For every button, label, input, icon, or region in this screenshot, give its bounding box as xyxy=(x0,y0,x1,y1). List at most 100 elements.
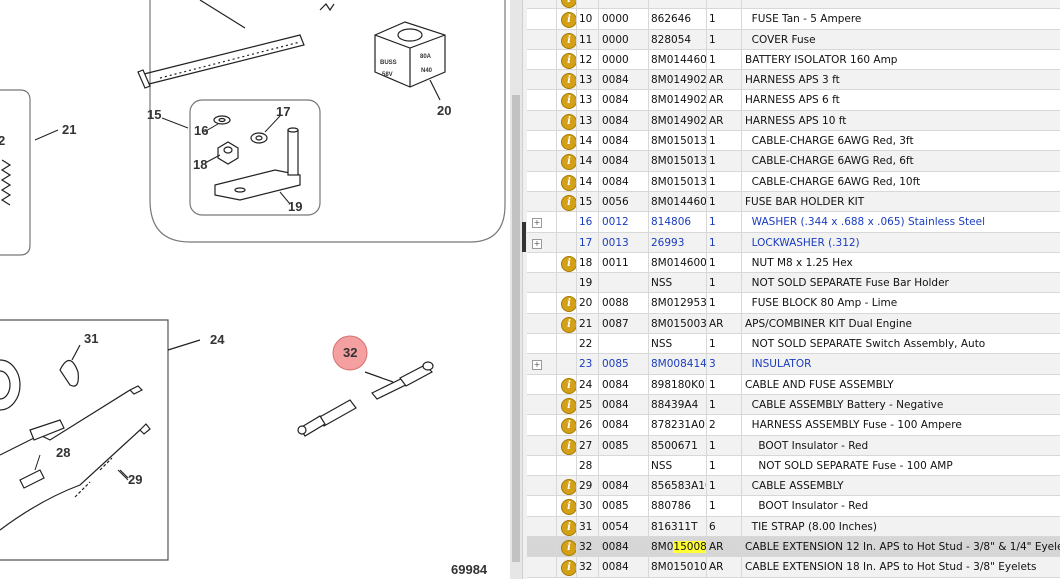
info-icon[interactable]: i xyxy=(561,52,576,69)
info-icon[interactable]: i xyxy=(561,154,576,171)
expand-cell[interactable]: + xyxy=(527,212,557,232)
info-cell[interactable]: i xyxy=(557,191,577,212)
info-cell[interactable]: i xyxy=(557,49,577,70)
info-cell[interactable]: i xyxy=(557,557,577,577)
info-icon[interactable]: i xyxy=(561,12,576,29)
info-icon[interactable]: i xyxy=(561,32,576,49)
info-icon[interactable]: i xyxy=(561,296,576,313)
scrollbar-thumb[interactable] xyxy=(512,95,520,562)
table-row[interactable]: i2000888M01295351 FUSE BLOCK 80 Amp - Li… xyxy=(527,293,1060,314)
table-row[interactable]: i 31 0054 816311T 6 TIE STRAP (8.00 Inches) xyxy=(527,516,1060,538)
expand-cell[interactable]: + xyxy=(527,232,557,252)
table-row[interactable]: +17 0013 26993 1 LOCKWASHER (.312) xyxy=(527,232,1060,253)
table-row[interactable]: i 10 0000 862646 1 FUSE Tan - 5 Ampere xyxy=(527,9,1060,30)
table-row[interactable]: i 26 0084 878231A07 2 HARNESS ASSEMBLY Fuse … xyxy=(527,415,1060,436)
callout-29[interactable]: 29 xyxy=(128,472,142,487)
info-icon[interactable]: i xyxy=(561,73,576,90)
info-cell[interactable]: i xyxy=(557,70,577,90)
table-row[interactable]: i1500568M01446081FUSE BAR HOLDER KIT xyxy=(527,191,1060,213)
callout-2[interactable]: 2 xyxy=(0,133,5,148)
info-cell[interactable]: i xyxy=(557,537,577,557)
info-cell[interactable]: i xyxy=(557,394,577,415)
info-cell[interactable]: i xyxy=(557,313,577,334)
parts-diagram[interactable]: BUSS 80A 58V N40 15 16 17 18 19 20 21 2 … xyxy=(0,0,510,579)
info-cell[interactable]: i xyxy=(557,90,577,110)
callout-15[interactable]: 15 xyxy=(147,107,161,122)
table-row[interactable]: i 29 0084 856583A10 1 CABLE ASSEMBLY xyxy=(527,476,1060,497)
info-icon[interactable]: i xyxy=(561,377,576,394)
callout-21[interactable]: 21 xyxy=(62,122,76,137)
table-row[interactable]: i1400848M01501381 CABLE-CHARGE 6AWG Red,… xyxy=(527,151,1060,172)
info-icon[interactable]: i xyxy=(561,113,576,130)
callout-18[interactable]: 18 xyxy=(193,157,207,172)
info-icon[interactable]: i xyxy=(561,194,576,211)
table-row[interactable]: +2300858M00841473 INSULATOR xyxy=(527,354,1060,375)
expand-plus-icon[interactable]: + xyxy=(532,360,542,371)
table-row[interactable]: i 25 0084 88439A4 1 CABLE ASSEMBLY Battery -… xyxy=(527,394,1060,416)
table-row[interactable]: 28 NSS 1 NOT SOLD SEPARATE Fuse - 100 AMP xyxy=(527,455,1060,477)
info-icon[interactable]: i xyxy=(561,397,576,414)
expand-plus-icon[interactable]: + xyxy=(532,218,542,229)
callout-16[interactable]: 16 xyxy=(194,123,208,138)
table-row[interactable]: i1400848M01501371 CABLE-CHARGE 6AWG Red,… xyxy=(527,131,1060,152)
info-cell[interactable]: i xyxy=(557,110,577,131)
table-row[interactable]: i1300848M0149026ARHARNESS APS 10 ft xyxy=(527,110,1060,132)
callout-24[interactable]: 24 xyxy=(210,332,225,347)
table-row[interactable]: i 11 0000 828054 1 COVER Fuse xyxy=(527,29,1060,50)
callout-19[interactable]: 19 xyxy=(288,199,302,214)
info-cell[interactable]: i xyxy=(557,131,577,151)
table-row[interactable]: i xyxy=(527,0,1060,10)
table-row[interactable]: i1300848M0149025ARHARNESS APS 6 ft xyxy=(527,90,1060,111)
info-icon[interactable]: i xyxy=(561,418,576,435)
table-row[interactable]: i3200848M0150088ARCABLE EXTENSION 12 In.… xyxy=(527,537,1060,558)
table-row[interactable]: i2100878M0150039ARAPS/COMBINER KIT Dual … xyxy=(527,313,1060,335)
info-icon[interactable]: i xyxy=(561,316,576,333)
table-row[interactable]: i 24 0084 898180K01 1 CABLE AND FUSE ASSEMBLY xyxy=(527,374,1060,395)
info-cell[interactable]: i xyxy=(557,435,577,455)
info-icon[interactable]: i xyxy=(561,479,576,496)
table-row[interactable]: i 30 0085 880786 1 BOOT Insulator - Red xyxy=(527,496,1060,517)
info-cell[interactable]: i xyxy=(557,0,577,9)
diagram-scrollbar[interactable] xyxy=(510,0,522,579)
table-row[interactable]: i1400848M01501391 CABLE-CHARGE 6AWG Red,… xyxy=(527,171,1060,192)
table-row[interactable]: i1200008M01446071BATTERY ISOLATOR 160 Am… xyxy=(527,49,1060,71)
splitter-grip[interactable] xyxy=(522,222,526,252)
info-cell[interactable]: i xyxy=(557,252,577,273)
info-cell[interactable]: i xyxy=(557,29,577,49)
info-cell[interactable]: i xyxy=(557,415,577,435)
callout-31[interactable]: 31 xyxy=(84,331,98,346)
info-icon[interactable]: i xyxy=(561,134,576,151)
table-row[interactable]: i3200848M0150102ARCABLE EXTENSION 18 In.… xyxy=(527,557,1060,578)
info-cell[interactable]: i xyxy=(557,171,577,191)
item-number-cell: 16 xyxy=(577,212,599,232)
info-icon[interactable]: i xyxy=(561,540,576,557)
table-row[interactable]: +16 0012 814806 1 WASHER (.344 x .688 x .06… xyxy=(527,212,1060,233)
callout-28[interactable]: 28 xyxy=(56,445,70,460)
table-row[interactable]: 19 NSS 1 NOT SOLD SEPARATE Fuse Bar Holder xyxy=(527,273,1060,294)
info-cell[interactable]: i xyxy=(557,476,577,496)
info-icon[interactable]: i xyxy=(561,0,576,8)
callout-20[interactable]: 20 xyxy=(437,103,451,118)
info-icon[interactable]: i xyxy=(561,255,576,272)
expand-plus-icon[interactable]: + xyxy=(532,238,542,249)
info-icon[interactable]: i xyxy=(561,560,576,577)
table-row[interactable]: i1800118M01460031 NUT M8 x 1.25 Hex xyxy=(527,252,1060,274)
info-icon[interactable]: i xyxy=(561,438,576,455)
info-icon[interactable]: i xyxy=(561,93,576,110)
info-icon[interactable]: i xyxy=(561,499,576,516)
sequence-cell: 0011 xyxy=(599,252,649,273)
table-row[interactable]: i1300848M0149024ARHARNESS APS 3 ft xyxy=(527,70,1060,91)
info-cell[interactable]: i xyxy=(557,374,577,394)
table-row[interactable]: 22 NSS 1 NOT SOLD SEPARATE Switch Assembly… xyxy=(527,334,1060,355)
table-row[interactable]: i 27 0085 8500671 1 BOOT Insulator - Red xyxy=(527,435,1060,456)
info-cell[interactable]: i xyxy=(557,151,577,171)
callout-32[interactable]: 32 xyxy=(343,345,357,360)
info-cell[interactable]: i xyxy=(557,9,577,29)
info-cell[interactable]: i xyxy=(557,516,577,537)
info-cell[interactable]: i xyxy=(557,293,577,313)
expand-cell[interactable]: + xyxy=(527,354,557,374)
callout-17[interactable]: 17 xyxy=(276,104,290,119)
info-icon[interactable]: i xyxy=(561,174,576,191)
info-cell[interactable]: i xyxy=(557,496,577,516)
info-icon[interactable]: i xyxy=(561,519,576,536)
